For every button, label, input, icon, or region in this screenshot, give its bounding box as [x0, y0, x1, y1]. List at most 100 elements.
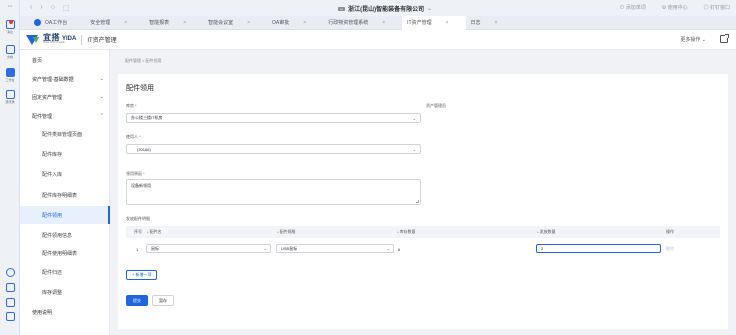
tab-meeting[interactable]: 智能会议室 × [203, 16, 267, 30]
tab-safety[interactable]: 安全管理 × [72, 16, 144, 30]
sidebar-item[interactable]: 配件归还 [20, 263, 110, 281]
sidebar-item-label: 配件归还 [42, 269, 63, 276]
calendar-icon [5, 283, 15, 292]
tab-log[interactable]: 日志 × [466, 16, 515, 30]
sidebar-item-label: 配件入库 [42, 171, 63, 178]
tab-oa-approval[interactable]: OA审批 × [267, 16, 323, 30]
sidebar-item[interactable]: 配件库存 [20, 145, 110, 163]
refresh-icon[interactable]: ○ [51, 4, 55, 12]
sidebar-item[interactable]: 库存调整 [20, 283, 110, 301]
chevron-down-icon: ⌄ [412, 147, 416, 152]
column-header: * 发放数量 [537, 229, 556, 235]
resize-handle-icon[interactable] [416, 200, 419, 203]
dock-bottom-3[interactable] [3, 298, 17, 307]
logo-subtitle: Made With Dingtalk [43, 41, 65, 45]
fullscreen-icon[interactable]: ⬚ [63, 4, 70, 12]
yida-logo[interactable]: 宜搭 YIDA Made With Dingtalk [26, 34, 76, 45]
open-external-icon[interactable] [720, 34, 729, 43]
app-logo-icon [34, 19, 41, 26]
save-draft-button[interactable]: 暂存 [152, 295, 174, 306]
close-icon[interactable]: × [446, 20, 449, 26]
close-icon[interactable]: × [382, 20, 385, 26]
back-icon[interactable]: ‹ [30, 4, 32, 12]
table-header: 序号 * 配件名 * 配件规格 * 库存数量 * 发放数量 操作 [126, 226, 720, 238]
form-card: 配件领用 库房* 资产管理员 办公楼三楼IT机房 ⌄ 使用人* (20166) … [118, 74, 728, 329]
tab-label: 行政物资管理系统 [328, 20, 369, 26]
window-titlebar: ‹ › ○ ⬚ ••• 浙江(昆山)智能装备有限公司 ⌄ ⊙ 添加单词 ⚙ 使用… [20, 0, 736, 16]
document-icon [5, 45, 15, 54]
submit-button[interactable]: 提交 [126, 295, 148, 306]
sidebar-item[interactable]: 配件领用信息 [20, 226, 110, 244]
bell-icon [5, 20, 15, 29]
close-icon[interactable]: × [303, 20, 306, 26]
user-label: 使用人 [126, 134, 138, 139]
sidebar-item[interactable]: 配件入库 [20, 165, 110, 183]
breadcrumb: 配件管理 > 配件领用 [125, 58, 162, 63]
user-select[interactable]: (20166) ⌄ [126, 144, 421, 154]
sidebar-item[interactable]: 配件库存明细表 [20, 186, 110, 204]
sidebar-item[interactable]: 资产管理-基础数据 ⌄ [20, 70, 110, 88]
user-value: (20166) [137, 146, 151, 152]
dock-bottom-4[interactable] [3, 312, 17, 321]
sidebar-item[interactable]: 配件使用明细表 [20, 244, 110, 262]
close-icon[interactable]: × [124, 20, 127, 26]
more-actions-dropdown[interactable]: 更多操作 ⌄ [680, 36, 706, 43]
tab-supplies[interactable]: 行政物资管理系统 × [323, 16, 402, 30]
titlebar-action[interactable]: ⊙ 添加单词 [619, 4, 645, 11]
tab-label: OA审批 [272, 20, 290, 26]
dock-item-docs[interactable]: 文档 [3, 45, 17, 59]
sidebar-item[interactable]: 配件领用 [20, 206, 110, 224]
sidebar-item-label: 首页 [32, 57, 43, 64]
add-row-button[interactable]: + 新增一项 [126, 270, 158, 280]
sidebar-item-label: 配件领用 [42, 212, 63, 219]
page-title: 配件领用 [126, 85, 154, 92]
delete-row-link[interactable]: 删除 [666, 242, 674, 256]
chevron-down-icon: ⌄ [427, 6, 433, 12]
sidebar-item[interactable]: 配件类目管理页面 [20, 125, 110, 143]
campus-value: 办公楼三楼IT机房 [131, 115, 163, 120]
sidebar-item-label: 配件使用明细表 [42, 250, 78, 257]
dock-item-contacts[interactable]: 通讯录 [3, 90, 17, 104]
dock-item-workbench[interactable]: 工作台 [3, 68, 17, 82]
dock-bottom-2[interactable] [3, 283, 17, 292]
tab-it-assets[interactable]: IT资产管理 × [402, 15, 466, 30]
tab-label: 日志 [470, 20, 481, 26]
chevron-down-icon: ⌄ [263, 246, 267, 251]
left-dock: ••• 消息 文档 工作台 通讯录 [0, 0, 20, 335]
sidebar-item-label: 使用说明 [32, 309, 53, 316]
sidebar-item-label: 库存调整 [42, 289, 63, 296]
dock-item-messages[interactable]: 消息 [3, 20, 17, 34]
titlebar-action[interactable]: ⚙ 使用中心 [662, 4, 688, 11]
sidebar-item[interactable]: 使用说明 [20, 303, 110, 321]
issue-qty-input[interactable]: 2 [536, 244, 661, 253]
forward-icon[interactable]: › [40, 4, 42, 12]
dock-bottom-1[interactable] [3, 268, 17, 277]
close-icon[interactable]: × [183, 20, 186, 26]
sidebar-item-label: 配件管理 [32, 113, 53, 120]
close-icon[interactable]: × [247, 20, 250, 26]
campus-select[interactable]: 办公楼三楼IT机房 ⌄ [126, 113, 421, 123]
part-name-select[interactable]: 鼠标 ⌄ [146, 244, 271, 253]
column-header: 操作 [666, 229, 674, 234]
dock-label: 文档 [6, 55, 13, 59]
sidebar-item[interactable]: 固定资产管理 ⌄ [20, 88, 110, 106]
app-title: IT资产管理 [87, 38, 117, 44]
chevron-down-icon: ⌄ [412, 116, 416, 121]
dock-menu[interactable]: ••• [3, 3, 17, 8]
close-icon[interactable]: × [495, 20, 498, 26]
tab-oa-workbench[interactable]: OA工作台 [20, 16, 72, 30]
edit-icon [5, 298, 15, 307]
chevron-down-icon: ⌄ [99, 76, 104, 82]
sidebar-item[interactable]: 首页 [20, 51, 110, 69]
titlebar-action[interactable]: ◎ 钉钉窗口 [704, 4, 730, 11]
part-spec-select[interactable]: USB鼠标 ⌄ [276, 244, 394, 253]
tab-label: 智能会议室 [208, 20, 234, 26]
reason-value: 设备新领用 [131, 183, 151, 188]
campus-label: 库房 [126, 103, 134, 108]
company-switcher[interactable]: ••• 浙江(昆山)智能装备有限公司 ⌄ [338, 4, 432, 13]
reason-textarea[interactable]: 设备新领用 [126, 179, 421, 205]
sidebar-item[interactable]: 配件管理 ⌃ [20, 107, 110, 125]
company-name: 浙江(昆山)智能装备有限公司 [348, 7, 425, 13]
yida-logo-icon [26, 34, 40, 45]
tab-reports[interactable]: 智能报表 × [144, 16, 203, 30]
